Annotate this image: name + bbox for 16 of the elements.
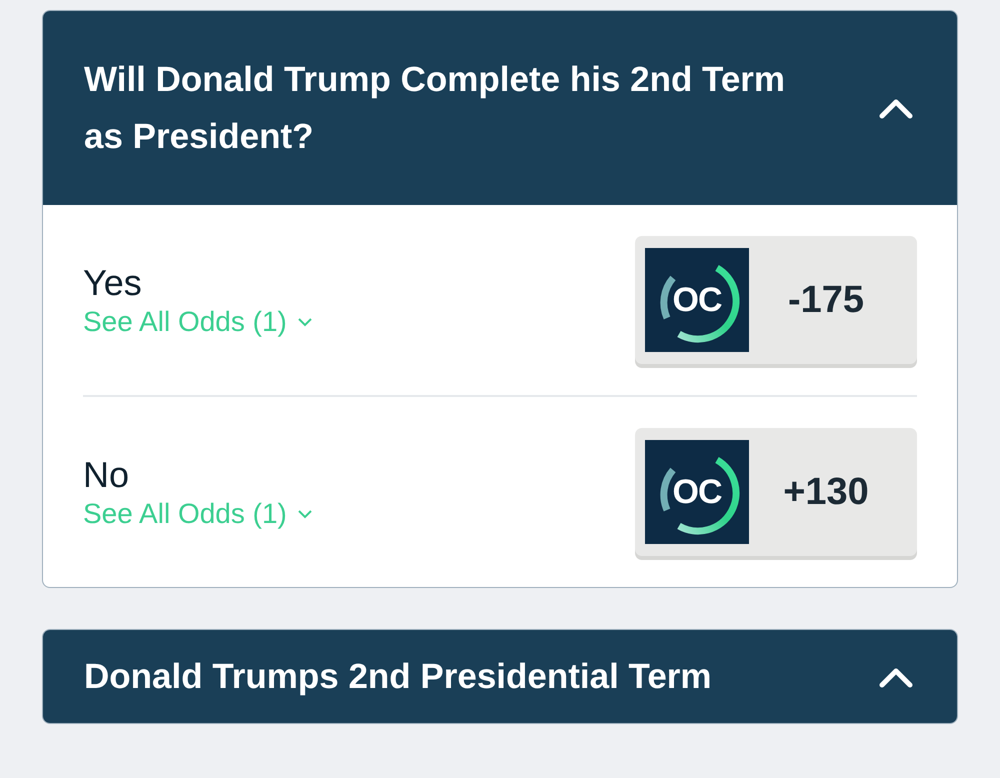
market-title: Will Donald Trump Complete his 2nd Term as President? — [84, 59, 786, 158]
market-header[interactable]: Will Donald Trump Complete his 2nd Term as President? — [43, 11, 957, 205]
chevron-up-icon[interactable] — [879, 97, 913, 119]
chevron-up-icon[interactable] — [879, 666, 913, 688]
odds-button[interactable]: OC -175 — [635, 236, 917, 364]
sportsbook-logo: OC — [645, 440, 749, 544]
caret-icon — [296, 509, 313, 519]
odds-value: +130 — [782, 470, 870, 514]
market-title: Donald Trumps 2nd Presidential Term — [84, 656, 712, 698]
market-header[interactable]: Donald Trumps 2nd Presidential Term — [43, 630, 957, 723]
outcome-name: Yes — [83, 262, 143, 304]
odds-value: -175 — [786, 278, 866, 322]
outcome-name: No — [83, 454, 130, 496]
sportsbook-logo: OC — [645, 248, 749, 352]
caret-icon — [296, 317, 313, 327]
odds-button[interactable]: OC +130 — [635, 428, 917, 556]
